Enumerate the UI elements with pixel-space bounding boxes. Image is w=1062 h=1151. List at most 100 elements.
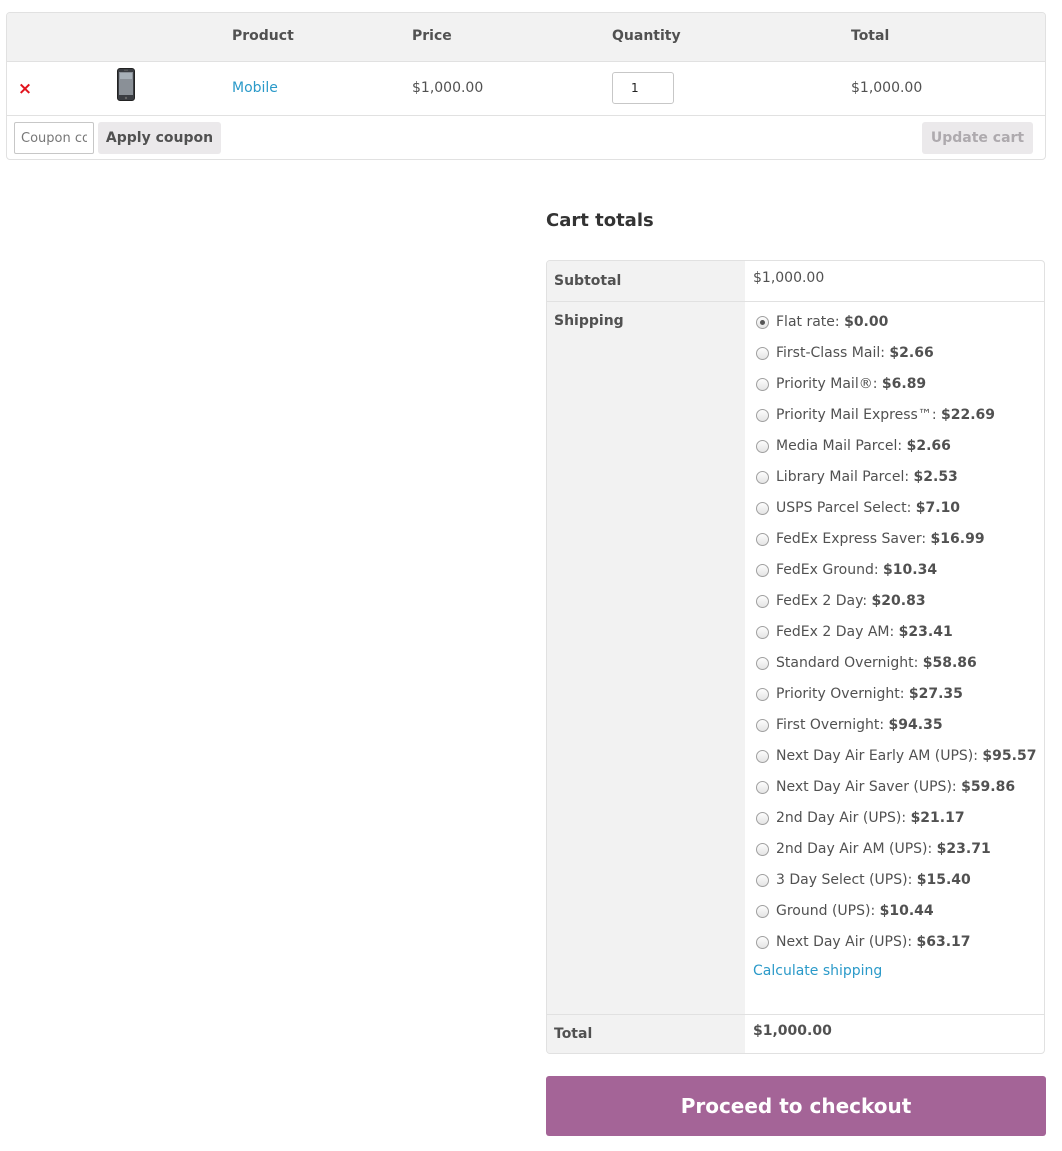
shipping-option-label[interactable]: Media Mail Parcel: $2.66 (776, 438, 951, 454)
shipping-method-name: FedEx 2 Day AM: (776, 624, 895, 640)
shipping-method-name: 2nd Day Air AM (UPS): (776, 841, 933, 857)
shipping-option-label[interactable]: Standard Overnight: $58.86 (776, 655, 977, 671)
shipping-radio-button[interactable] (756, 502, 769, 515)
shipping-radio-button[interactable] (756, 471, 769, 484)
order-total-value: $1,000.00 (753, 1023, 832, 1039)
shipping-option-label[interactable]: Ground (UPS): $10.44 (776, 903, 934, 919)
shipping-method-name: FedEx Express Saver: (776, 531, 927, 547)
remove-item-icon[interactable]: × (17, 79, 33, 99)
cart-totals-heading: Cart totals (546, 210, 654, 231)
shipping-method-price: $20.83 (871, 593, 926, 609)
cart-table: Product Price Quantity Total × Mobile $1… (6, 12, 1046, 160)
shipping-label: Shipping (554, 313, 624, 329)
shipping-option-label[interactable]: First-Class Mail: $2.66 (776, 345, 934, 361)
shipping-option-label[interactable]: Flat rate: $0.00 (776, 314, 888, 330)
shipping-method-name: Priority Overnight: (776, 686, 905, 702)
shipping-radio-button[interactable] (756, 316, 769, 329)
shipping-method-price: $16.99 (930, 531, 985, 547)
shipping-option-label[interactable]: FedEx 2 Day AM: $23.41 (776, 624, 953, 640)
shipping-radio-button[interactable] (756, 564, 769, 577)
column-header-quantity: Quantity (612, 28, 681, 44)
shipping-radio-button[interactable] (756, 936, 769, 949)
shipping-option-label[interactable]: Priority Mail Express™: $22.69 (776, 407, 995, 423)
shipping-method-price: $21.17 (910, 810, 965, 826)
shipping-option-label[interactable]: Priority Overnight: $27.35 (776, 686, 963, 702)
shipping-radio-button[interactable] (756, 657, 769, 670)
product-link-mobile[interactable]: Mobile (232, 80, 278, 96)
shipping-method-name: Priority Mail®: (776, 376, 878, 392)
shipping-method-price: $2.53 (913, 469, 958, 485)
shipping-radio-button[interactable] (756, 905, 769, 918)
shipping-method-name: First Overnight: (776, 717, 885, 733)
shipping-radio-button[interactable] (756, 378, 769, 391)
column-header-product: Product (232, 28, 294, 44)
shipping-radio-button[interactable] (756, 440, 769, 453)
shipping-option-label[interactable]: Next Day Air Saver (UPS): $59.86 (776, 779, 1015, 795)
shipping-option-label[interactable]: Next Day Air (UPS): $63.17 (776, 934, 971, 950)
proceed-to-checkout-button[interactable]: Proceed to checkout (546, 1076, 1046, 1136)
shipping-option-label[interactable]: FedEx Ground: $10.34 (776, 562, 937, 578)
shipping-method-name: Flat rate: (776, 314, 840, 330)
update-cart-button[interactable]: Update cart (922, 122, 1033, 154)
shipping-method-name: 2nd Day Air (UPS): (776, 810, 907, 826)
shipping-method-name: Media Mail Parcel: (776, 438, 903, 454)
shipping-method-name: Ground (UPS): (776, 903, 876, 919)
shipping-method-price: $7.10 (915, 500, 961, 516)
shipping-option-label[interactable]: USPS Parcel Select: $7.10 (776, 500, 960, 516)
quantity-input[interactable] (612, 72, 674, 104)
product-subtotal: $1,000.00 (851, 80, 923, 96)
divider (547, 1014, 1044, 1015)
shipping-method-price: $59.86 (961, 779, 1016, 795)
shipping-method-price: $22.69 (941, 407, 996, 423)
shipping-method-price: $0.00 (844, 314, 889, 330)
shipping-option-label[interactable]: First Overnight: $94.35 (776, 717, 943, 733)
total-label: Total (554, 1026, 593, 1042)
shipping-method-name: 3 Day Select (UPS): (776, 872, 913, 888)
shipping-method-name: Priority Mail Express™: (776, 407, 937, 423)
shipping-radio-button[interactable] (756, 688, 769, 701)
shipping-radio-button[interactable] (756, 843, 769, 856)
shipping-radio-button[interactable] (756, 626, 769, 639)
product-price: $1,000.00 (412, 80, 484, 96)
shipping-radio-button[interactable] (756, 595, 769, 608)
shipping-option-label[interactable]: FedEx 2 Day: $20.83 (776, 593, 926, 609)
shipping-method-name: Next Day Air (UPS): (776, 934, 913, 950)
totals-label-column (547, 261, 745, 1053)
shipping-option-label[interactable]: Next Day Air Early AM (UPS): $95.57 (776, 748, 1036, 764)
shipping-method-price: $2.66 (889, 345, 934, 361)
shipping-method-price: $6.89 (881, 376, 927, 392)
cart-table-header: Product Price Quantity Total (7, 13, 1045, 62)
shipping-option-label[interactable]: Library Mail Parcel: $2.53 (776, 469, 958, 485)
shipping-radio-button[interactable] (756, 750, 769, 763)
subtotal-value: $1,000.00 (753, 270, 825, 286)
shipping-method-price: $94.35 (888, 717, 943, 733)
shipping-method-price: $27.35 (908, 686, 963, 702)
cart-totals-table: Subtotal $1,000.00 Shipping Flat rate: $… (546, 260, 1045, 1054)
shipping-radio-button[interactable] (756, 781, 769, 794)
shipping-method-name: Standard Overnight: (776, 655, 919, 671)
shipping-option-label[interactable]: 2nd Day Air AM (UPS): $23.71 (776, 841, 991, 857)
apply-coupon-button[interactable]: Apply coupon (98, 122, 221, 154)
calculate-shipping-link[interactable]: Calculate shipping (753, 963, 882, 979)
shipping-method-price: $23.71 (936, 841, 991, 857)
shipping-option-label[interactable]: 2nd Day Air (UPS): $21.17 (776, 810, 965, 826)
shipping-radio-button[interactable] (756, 409, 769, 422)
shipping-method-name: FedEx 2 Day: (776, 593, 868, 609)
mobile-thumbnail[interactable] (117, 68, 135, 101)
coupon-code-input[interactable] (14, 122, 94, 154)
shipping-radio-button[interactable] (756, 812, 769, 825)
shipping-radio-button[interactable] (756, 874, 769, 887)
shipping-option-label[interactable]: Priority Mail®: $6.89 (776, 376, 926, 392)
shipping-method-name: Library Mail Parcel: (776, 469, 910, 485)
shipping-radio-button[interactable] (756, 347, 769, 360)
shipping-radio-button[interactable] (756, 533, 769, 546)
shipping-method-name: Next Day Air Early AM (UPS): (776, 748, 978, 764)
shipping-option-label[interactable]: 3 Day Select (UPS): $15.40 (776, 872, 971, 888)
shipping-method-name: First-Class Mail: (776, 345, 885, 361)
shipping-method-price: $58.86 (922, 655, 977, 671)
divider (547, 301, 1044, 302)
column-header-total: Total (851, 28, 890, 44)
shipping-option-label[interactable]: FedEx Express Saver: $16.99 (776, 531, 985, 547)
cart-actions: Apply coupon Update cart (7, 116, 1045, 159)
shipping-radio-button[interactable] (756, 719, 769, 732)
